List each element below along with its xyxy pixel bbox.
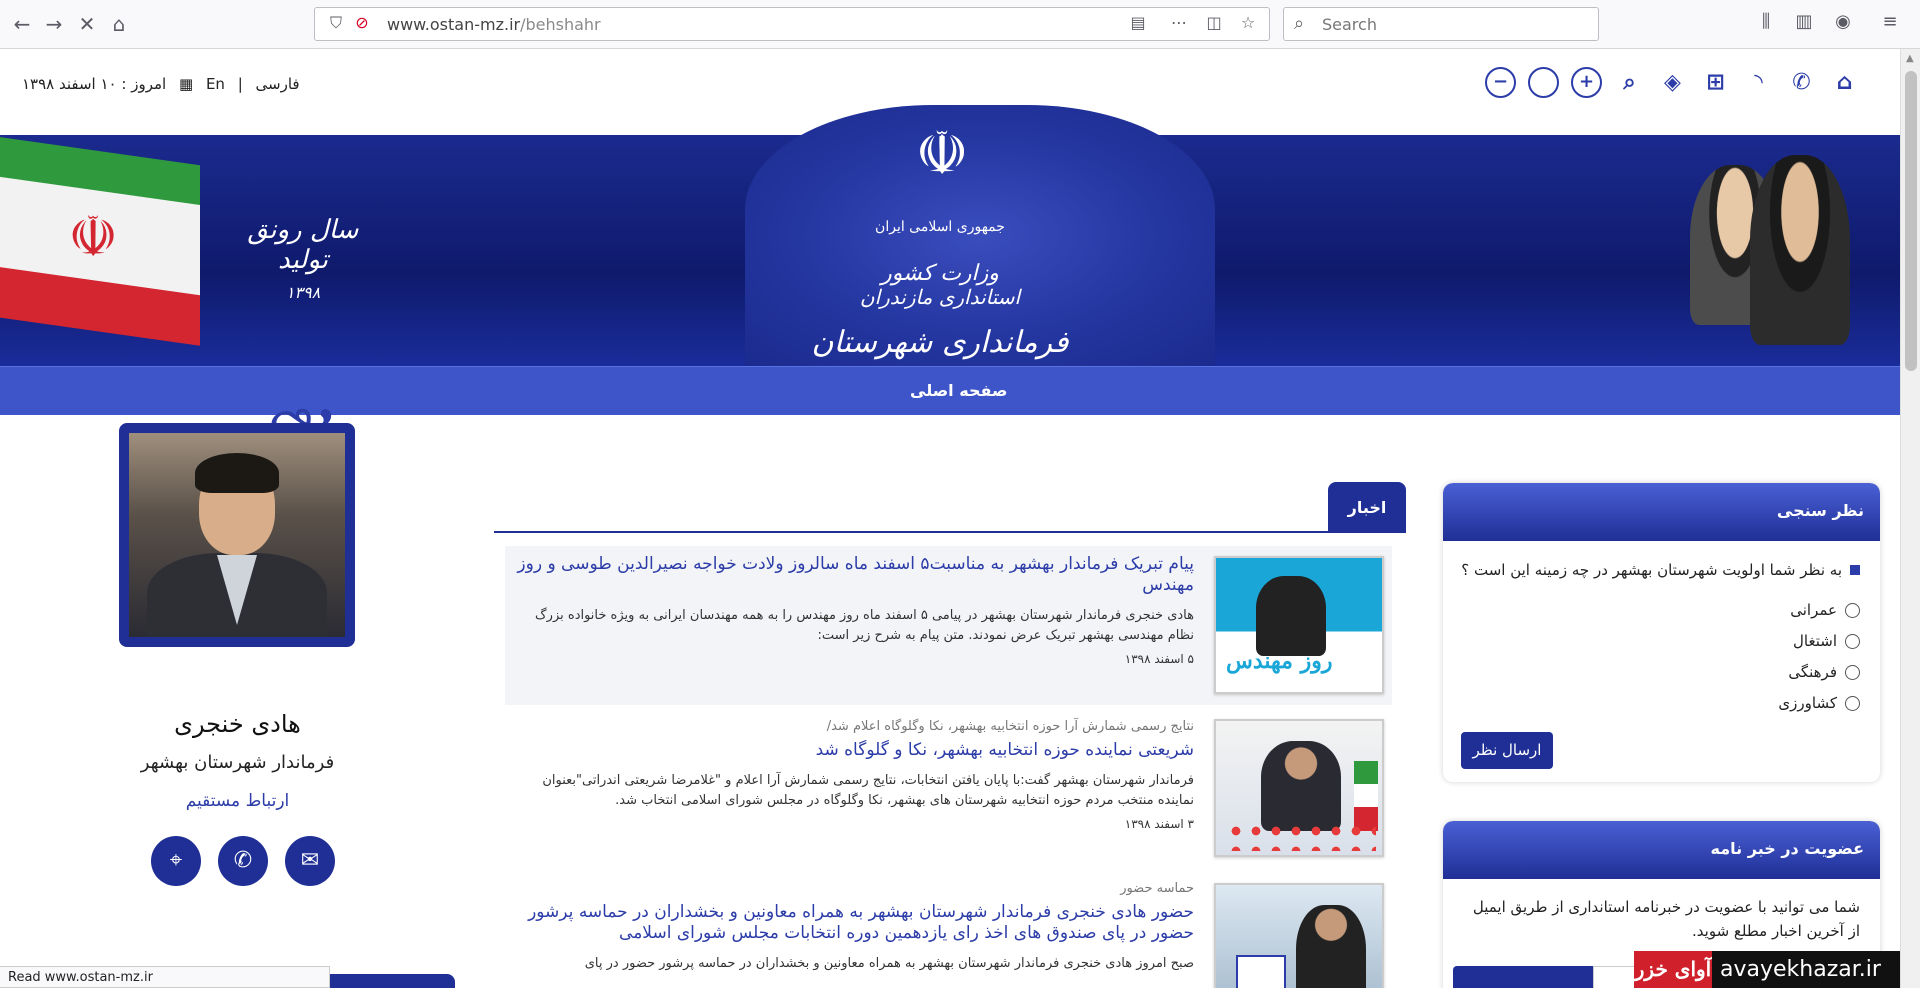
iran-emblem-logo-icon: ☫ [915,119,969,189]
news-item[interactable]: نتایج رسمی شمارش آرا حوزه انتخابیه بهشهر… [505,713,1392,872]
news-title[interactable]: حضور هادی خنجری فرماندار شهرستان بهشهر ب… [505,902,1194,944]
slogan-text: سال رونق تولید ۱۳۹۸ [247,215,359,302]
governor-title: فرماندار شهرستان بهشهر [140,752,335,773]
poll-option-employment[interactable]: اشتغال [1793,632,1860,650]
radio-button[interactable] [1845,633,1860,649]
phone-icon[interactable]: ✆ [1786,67,1817,98]
iran-emblem-icon: ☫ [68,205,119,270]
governor-name: هادی خنجری [174,710,301,738]
vertical-scrollbar[interactable]: ▲ [1900,49,1920,988]
news-supertitle: حماسه حضور [1120,881,1194,896]
news-title[interactable]: پیام تبریک فرماندار بهشهر به مناسبت۵ اسف… [505,554,1194,596]
location-button[interactable]: ⌖ [151,836,201,886]
banner-line3: استانداری مازندران [859,285,1021,309]
site-banner: ☫ سال رونق تولید ۱۳۹۸ ☫ جمهوری اسلامی ایر… [0,105,1900,395]
sitemap-icon[interactable]: ⊞ [1700,67,1731,98]
stop-button[interactable]: ✕ [71,9,103,39]
news-supertitle: نتایج رسمی شمارش آرا حوزه انتخابیه بهشهر… [826,719,1194,734]
governor-photo [129,433,345,637]
news-date: ۳ اسفند ۱۳۹۸ [1124,817,1194,831]
news-summary: صبح امروز هادی خنجری فرماندار شهرستان به… [584,956,1194,971]
news-thumbnail[interactable] [1214,883,1384,988]
poll-card: نظر سنجی به نظر شما اولویت شهرستان بهشهر… [1443,483,1880,782]
search-input[interactable]: Search [1322,15,1377,34]
bookmark-star-icon[interactable]: ☆ [1237,13,1259,32]
language-switcher: فارسی | En ▦ امروز : ۱۰ اسفند ۱۳۹۸ [18,75,304,93]
watermark-logo-text: آوای خزر [1634,951,1712,988]
zoom-out-icon[interactable]: − [1485,67,1516,98]
news-item[interactable]: روز مهندس پیام تبریک فرماندار بهشهر به م… [505,546,1392,705]
library-icon[interactable]: ⫼ [1752,11,1780,32]
governor-photo-frame [119,423,355,647]
direct-contact-link[interactable]: ارتباط مستقیم [100,791,375,811]
today-date: امروز : ۱۰ اسفند ۱۳۹۸ [22,75,167,93]
tag-icon[interactable]: ◈ [1657,67,1688,98]
news-item[interactable]: حماسه حضور حضور هادی خنجری فرماندار شهرس… [505,873,1392,988]
banner-line2: وزارت کشور [881,261,999,286]
home-button[interactable]: ⌂ [103,9,135,39]
pocket-icon[interactable]: ◫ [1203,13,1225,32]
radio-button[interactable] [1845,695,1860,711]
menu-icon[interactable]: ≡ [1876,11,1904,32]
search-site-icon[interactable]: ⌕ [1614,67,1645,98]
newsletter-text: شما می توانید با عضویت در خبرنامه استاند… [1472,898,1860,940]
home-icon[interactable]: ⌂ [1829,67,1860,98]
contact-buttons: ⌖ ✆ ✉ [151,836,335,886]
poll-option-agriculture[interactable]: کشاورزی [1778,694,1860,712]
status-bar: Read www.ostan-mz.ir [0,966,330,988]
browser-toolbar: ← → ✕ ⌂ ⛉ ⊘ www.ostan-mz.ir/behshahr ▤ ⋯… [0,0,1920,49]
thumb-label: روز مهندس [1226,648,1333,674]
news-thumbnail[interactable] [1214,719,1384,857]
url-text[interactable]: www.ostan-mz.ir/behshahr [387,15,601,34]
poll-submit-button[interactable]: ارسال نظر [1461,732,1553,769]
newsletter-header: عضویت در خبر نامه [1443,821,1880,879]
zoom-reset-icon[interactable] [1528,67,1559,98]
news-summary: فرماندار شهرستان بهشهر گفت:با پایان یافت… [542,773,1194,808]
account-icon[interactable]: ◉ [1829,11,1857,32]
banner-line1: جمهوری اسلامی ایران [875,219,1005,235]
more-actions-icon[interactable]: ⋯ [1168,13,1190,32]
shield-icon[interactable]: ⛉ [325,13,347,33]
search-bar[interactable]: ⌕ Search [1283,7,1599,41]
nav-home-link[interactable]: صفحه اصلی [910,381,1007,400]
watermark-site: avayekhazar.ir [1712,951,1900,988]
news-summary: هادی خنجری فرماندار شهرستان بهشهر در پیا… [535,608,1194,643]
radio-button[interactable] [1845,664,1860,680]
news-thumbnail[interactable]: روز مهندس [1214,556,1384,694]
poll-option-cultural[interactable]: فرهنگی [1788,663,1860,681]
top-icon-bar: − + ⌕ ◈ ⊞ ◝ ✆ ⌂ [1485,67,1860,98]
poll-question: به نظر شما اولویت شهرستان بهشهر در چه زم… [1461,561,1860,579]
search-icon: ⌕ [1294,13,1305,34]
page-content: فارسی | En ▦ امروز : ۱۰ اسفند ۱۳۹۸ − + ⌕… [0,49,1900,988]
url-bar[interactable]: ⛉ ⊘ www.ostan-mz.ir/behshahr ▤ ⋯ ◫ ☆ [314,7,1270,41]
lang-english-link[interactable]: En [206,75,225,93]
watermark-logo: آوای خزر avayekhazar.ir [1634,951,1900,988]
poll-header: نظر سنجی [1443,483,1880,541]
leaders-portrait-image [1650,155,1850,366]
radio-button[interactable] [1845,602,1860,618]
back-button[interactable]: ← [6,9,38,39]
reader-view-icon[interactable]: ▤ [1127,13,1149,32]
scroll-up-icon[interactable]: ▲ [1906,53,1914,64]
lang-separator: | [237,75,243,93]
insecure-lock-icon[interactable]: ⊘ [351,13,373,32]
forward-button[interactable]: → [38,9,70,39]
poll-option-civil[interactable]: عمرانی [1790,601,1860,619]
zoom-in-icon[interactable]: + [1571,67,1602,98]
calendar-icon: ▦ [178,75,194,93]
lang-farsi-link[interactable]: فارسی [256,75,300,93]
news-title[interactable]: شریعتی نماینده حوزه انتخابیه بهشهر، نکا … [505,740,1194,761]
email-button[interactable]: ✉ [285,836,335,886]
iran-flag-image: ☫ [0,135,200,366]
news-tab[interactable]: اخبار [1328,482,1406,533]
bullet-square-icon [1850,565,1860,575]
call-button[interactable]: ✆ [218,836,268,886]
rss-icon[interactable]: ◝ [1743,67,1774,98]
news-date: ۵ اسفند ۱۳۹۸ [1124,652,1194,666]
scrollbar-thumb[interactable] [1905,71,1917,371]
news-divider [494,531,1406,533]
sidebar-icon[interactable]: ▥ [1790,11,1818,32]
